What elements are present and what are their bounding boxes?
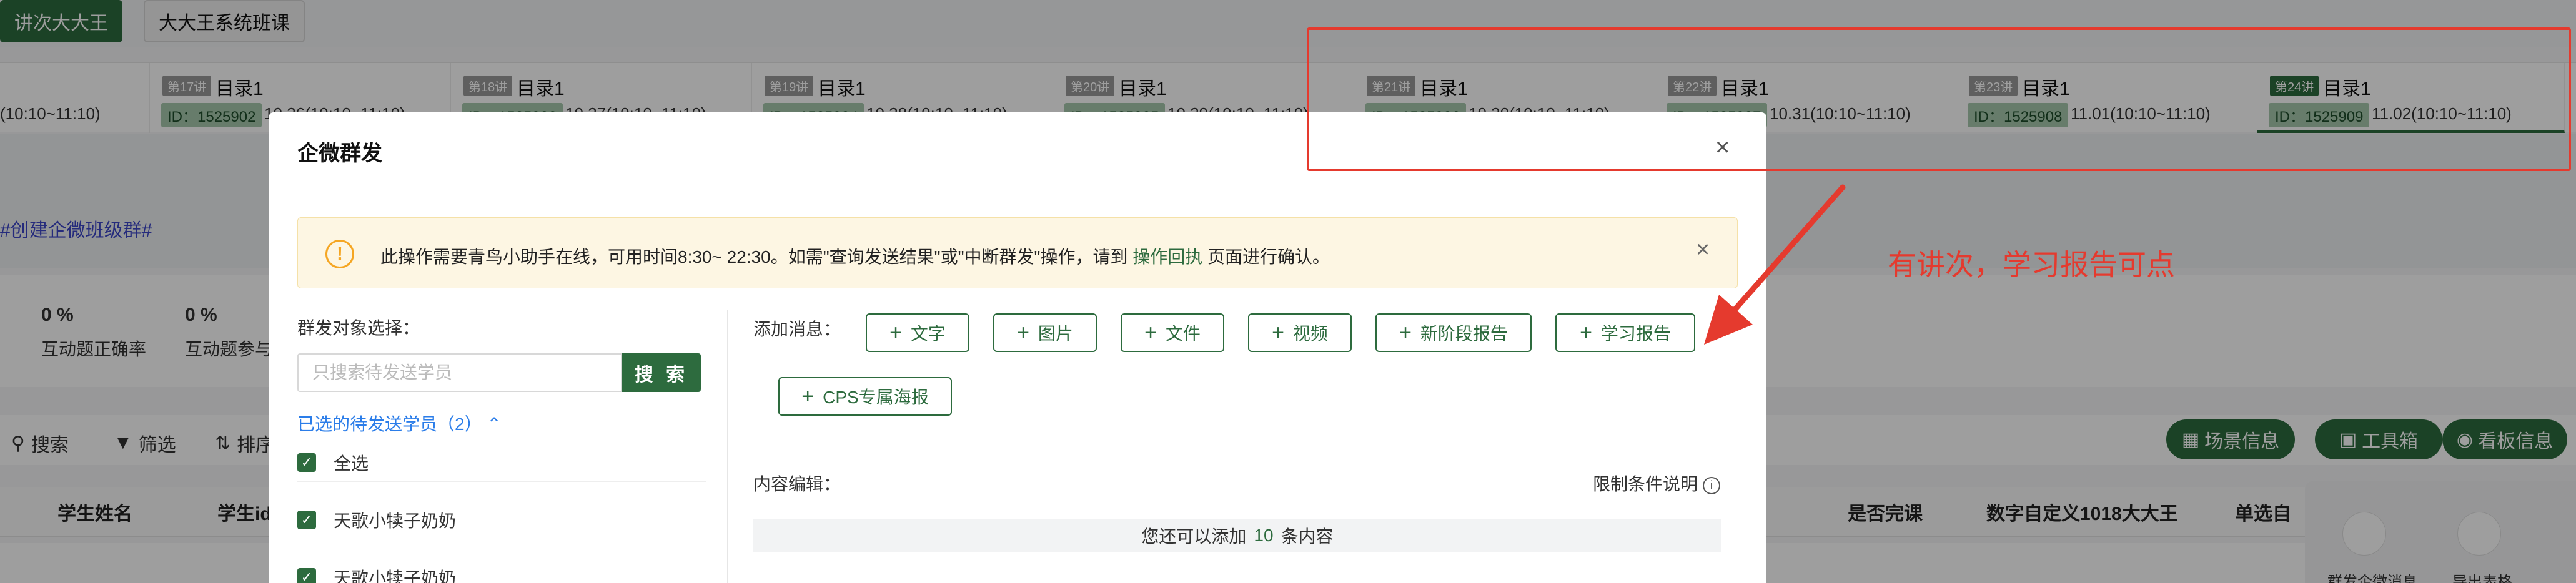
- annotation-arrow-icon: [1704, 184, 1846, 345]
- annotation-note: 有讲次，学习报告可点: [1888, 248, 2175, 281]
